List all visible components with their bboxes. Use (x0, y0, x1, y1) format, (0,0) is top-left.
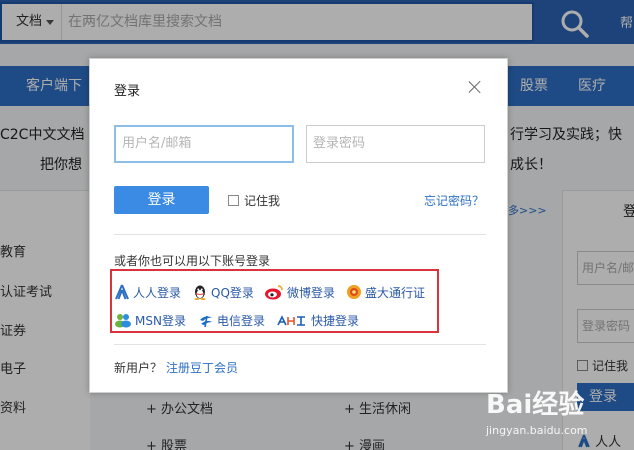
weibo-icon (265, 285, 283, 300)
alipay-logo-icon (276, 315, 308, 327)
msn-login-link[interactable]: MSN登录 (114, 312, 186, 329)
close-icon[interactable] (467, 79, 483, 95)
telecom-login-label: 电信登录 (217, 314, 266, 328)
renren-icon (115, 284, 129, 300)
signup-row: 新用户？ 注册豆丁会员 (114, 359, 238, 376)
qq-login-link[interactable]: QQ登录 (192, 284, 254, 301)
username-input[interactable]: 用户名/邮箱 (114, 125, 294, 163)
watermark-url: jingyan.baidu.com (486, 424, 588, 437)
dialog-title: 登录 (114, 84, 141, 99)
login-dialog: 登录 用户名/邮箱 登录密码 登录 记住我 忘记密码？ 或者你也可以用以下账号登… (89, 58, 508, 393)
forgot-password-link[interactable]: 忘记密码？ (424, 192, 484, 209)
checkbox-icon (228, 195, 239, 206)
shanda-login-label: 盛大通行证 (365, 286, 426, 300)
new-user-label: 新用户？ (114, 361, 163, 375)
alipay-login-link[interactable]: 快捷登录 (276, 312, 359, 329)
qq-penguin-icon (194, 285, 206, 300)
divider (114, 234, 486, 235)
weibo-login-label: 微博登录 (287, 286, 336, 300)
baidu-jingyan-watermark: Bai经验 jingyan.baidu.com (486, 384, 634, 450)
renren-login-label: 人人登录 (133, 286, 182, 300)
register-link[interactable]: 注册豆丁会员 (166, 361, 238, 375)
password-input[interactable]: 登录密码 (306, 125, 485, 163)
watermark-logo: Bai经验 (486, 390, 585, 420)
telecom-login-link[interactable]: 电信登录 (198, 312, 265, 329)
divider (114, 344, 486, 345)
shanda-login-link[interactable]: 盛大通行证 (346, 284, 425, 301)
weibo-login-link[interactable]: 微博登录 (264, 284, 335, 301)
qq-login-label: QQ登录 (211, 286, 254, 300)
login-button[interactable]: 登录 (114, 186, 209, 214)
china-telecom-icon (200, 315, 212, 328)
renren-login-link[interactable]: 人人登录 (114, 284, 181, 301)
msn-login-label: MSN登录 (135, 314, 186, 328)
remember-me-label: 记住我 (244, 194, 281, 208)
alipay-login-label: 快捷登录 (311, 314, 360, 328)
msn-buddy-icon (115, 314, 131, 328)
remember-me-checkbox[interactable]: 记住我 (228, 192, 280, 209)
shanda-icon (347, 285, 361, 299)
alt-login-title: 或者你也可以用以下账号登录 (114, 254, 271, 268)
